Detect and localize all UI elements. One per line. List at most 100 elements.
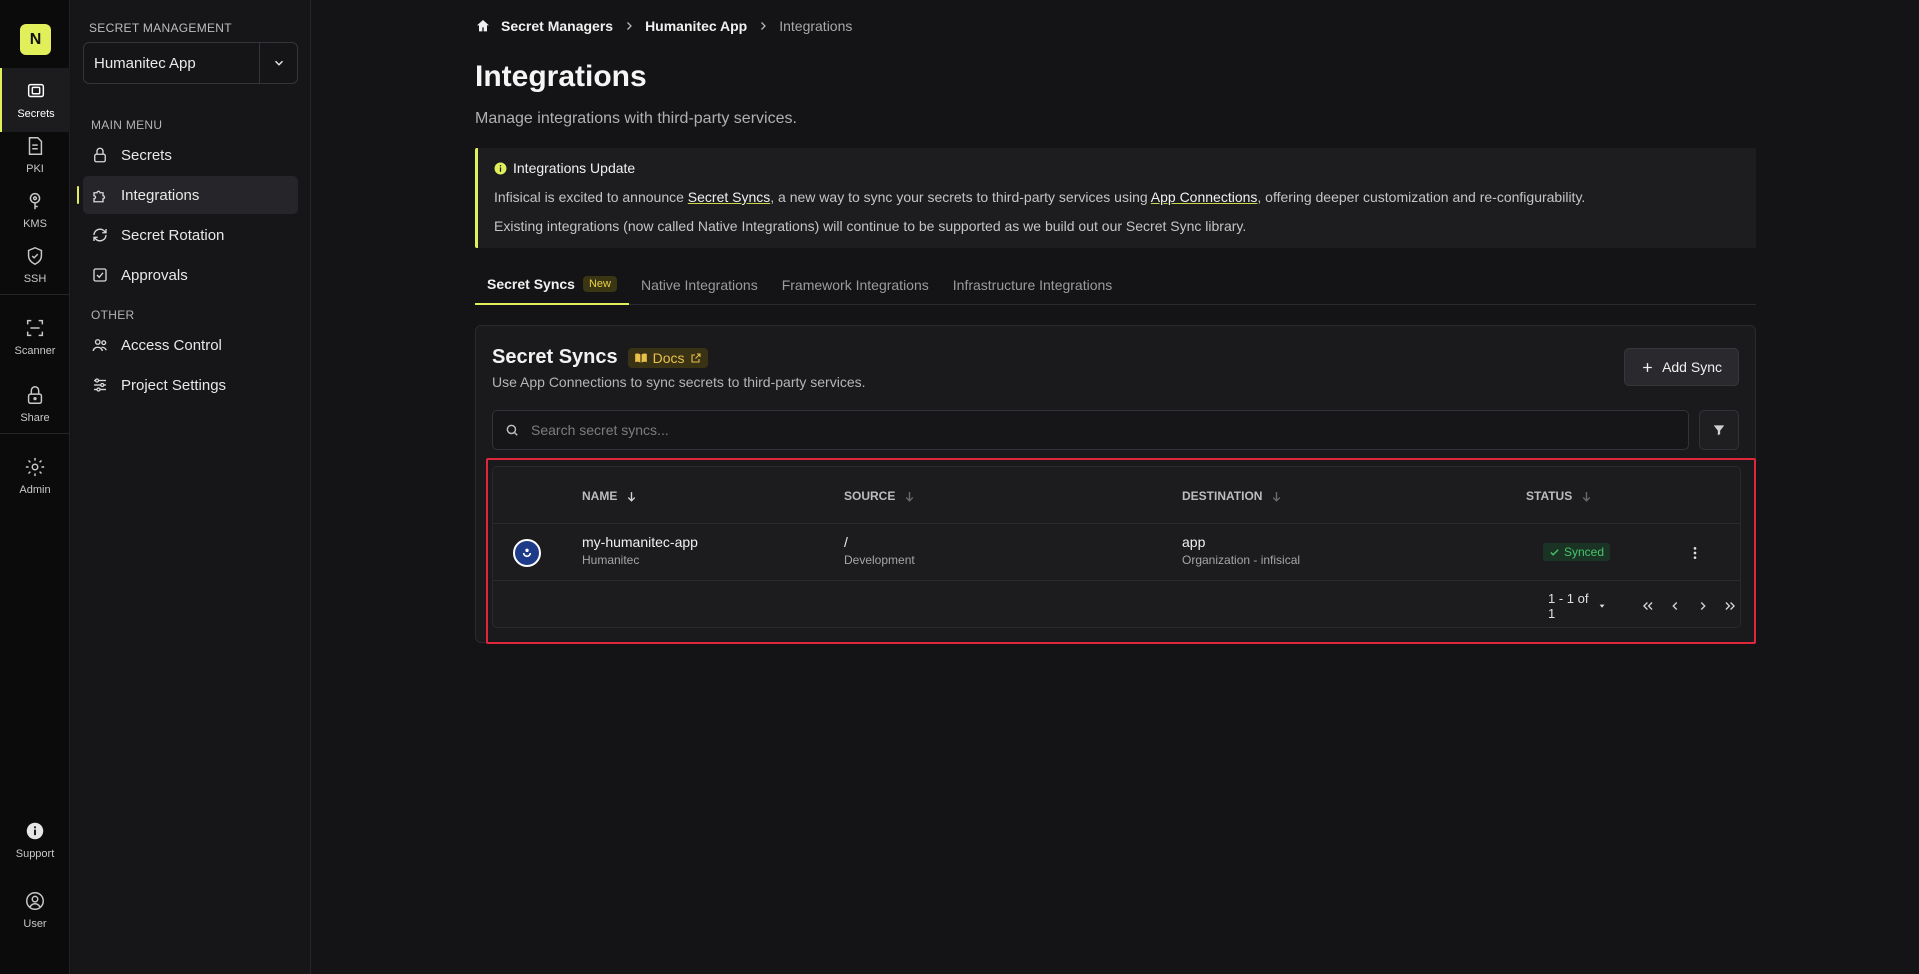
column-header-name[interactable]: NAME — [582, 489, 638, 503]
row-options-button[interactable] — [1683, 541, 1707, 565]
sync-app: Humanitec — [582, 553, 640, 567]
card-title: Secret Syncs Docs — [492, 346, 708, 369]
humanitec-icon — [513, 539, 541, 567]
rail-item-user[interactable]: User — [0, 878, 70, 942]
plus-icon — [1643, 362, 1652, 372]
info-icon — [494, 162, 507, 174]
pagination: 1 - 1 of 1 — [1548, 591, 1740, 621]
sidebar-item-label: Project Settings — [121, 376, 227, 394]
secret-syncs-card: Secret Syncs Docs Use App Connections to… — [475, 325, 1756, 643]
vault-icon — [27, 83, 45, 98]
breadcrumb-item[interactable]: Secret Managers — [501, 18, 613, 34]
project-select[interactable]: Humanitec App — [83, 42, 298, 84]
sidebar-item-label: Approvals — [121, 266, 188, 284]
project-sidebar: SECRET MANAGEMENT Humanitec App MAIN MEN… — [71, 0, 311, 974]
rail-item-ssh[interactable]: SSH — [0, 233, 70, 297]
rail-item-share[interactable]: Share — [0, 372, 70, 436]
add-sync-button[interactable]: Add Sync — [1624, 348, 1739, 386]
new-badge: New — [582, 276, 617, 292]
notice-text: , a new way to sync your secrets to thir… — [770, 189, 1151, 205]
notice-line-2: Existing integrations (now called Native… — [494, 218, 1247, 234]
more-vertical-icon — [1693, 547, 1697, 559]
rail-item-admin[interactable]: Admin — [0, 444, 70, 508]
status-badge: Synced — [1543, 543, 1611, 561]
sidebar-item-approvals[interactable]: Approvals — [83, 256, 298, 294]
chevrons-left-icon — [1642, 602, 1653, 610]
breadcrumb-current: Integrations — [779, 18, 853, 34]
breadcrumb-item[interactable]: Humanitec App — [645, 18, 747, 34]
column-header-source[interactable]: SOURCE — [844, 489, 916, 503]
rail-item-support[interactable]: Support — [0, 808, 70, 872]
main-menu-label: MAIN MENU — [91, 118, 163, 132]
certificate-icon — [28, 137, 43, 155]
shield-icon — [27, 246, 43, 266]
docs-link[interactable]: Docs — [627, 347, 708, 368]
tab-infrastructure-integrations[interactable]: Infrastructure Integrations — [941, 265, 1125, 305]
sidebar-item-access-control[interactable]: Access Control — [83, 326, 298, 364]
last-page-button[interactable] — [1721, 594, 1740, 618]
rotate-icon — [93, 228, 107, 242]
user-icon — [26, 892, 44, 910]
rail-divider — [0, 294, 70, 295]
project-select-value: Humanitec App — [94, 54, 196, 72]
book-icon — [634, 353, 647, 363]
chevrons-right-icon — [1725, 602, 1736, 610]
rail-label: User — [23, 918, 47, 930]
sidebar-item-secret-rotation[interactable]: Secret Rotation — [83, 216, 298, 254]
source-environment: Development — [844, 553, 915, 567]
tab-framework-integrations[interactable]: Framework Integrations — [770, 265, 941, 305]
source-cell: / Development — [844, 534, 915, 567]
arrow-down-icon — [906, 491, 914, 502]
sidebar-item-integrations[interactable]: Integrations — [77, 176, 298, 214]
arrow-down-icon — [1273, 491, 1281, 502]
source-path: / — [844, 534, 848, 550]
chevron-right-icon — [1700, 602, 1706, 610]
column-header-status[interactable]: STATUS — [1526, 489, 1593, 503]
checkbox-icon — [93, 268, 107, 282]
filter-button[interactable] — [1699, 410, 1739, 450]
pagination-range: 1 - 1 of 1 — [1548, 591, 1589, 621]
home-icon[interactable] — [475, 18, 491, 34]
notice-text: Infisical is excited to announce — [494, 189, 688, 205]
chevron-right-icon — [761, 22, 767, 30]
rail-label: SSH — [23, 273, 47, 285]
app-connections-link[interactable]: App Connections — [1151, 189, 1258, 205]
sidebar-item-label: Integrations — [121, 186, 200, 204]
name-cell: my-humanitec-app Humanitec — [582, 534, 698, 567]
chevron-left-icon — [1672, 602, 1678, 610]
sidebar-item-label: Secret Rotation — [121, 226, 225, 244]
rail-divider — [0, 433, 70, 434]
notice-title: Integrations Update — [494, 160, 1740, 176]
chevron-down-icon[interactable] — [259, 43, 297, 83]
first-page-button[interactable] — [1638, 594, 1657, 618]
chevron-right-icon — [627, 22, 632, 30]
rail-item-scanner[interactable]: Scanner — [0, 305, 70, 369]
next-page-button[interactable] — [1693, 594, 1712, 618]
sidebar-title: SECRET MANAGEMENT — [89, 21, 232, 35]
tab-native-integrations[interactable]: Native Integrations — [629, 265, 770, 305]
tab-label: Secret Syncs — [487, 276, 575, 292]
status-label: Synced — [1564, 545, 1605, 559]
card-title-text: Secret Syncs — [492, 346, 618, 368]
key-icon — [29, 192, 41, 210]
lock-icon — [94, 147, 106, 163]
arrow-down-icon — [628, 491, 636, 502]
tab-secret-syncs[interactable]: Secret Syncs New — [475, 265, 629, 305]
rail-label: Secrets — [17, 108, 55, 120]
breadcrumb: Secret Managers Humanitec App Integratio… — [475, 18, 852, 34]
column-label: STATUS — [1526, 489, 1573, 503]
sidebar-item-secrets[interactable]: Secrets — [83, 136, 298, 174]
prev-page-button[interactable] — [1666, 594, 1685, 618]
sync-name: my-humanitec-app — [582, 534, 698, 550]
column-header-destination[interactable]: DESTINATION — [1182, 489, 1283, 503]
notice-line-1: Infisical is excited to announce Secret … — [494, 189, 1740, 205]
table-row[interactable]: my-humanitec-app Humanitec / Development… — [493, 523, 1740, 581]
secret-syncs-link[interactable]: Secret Syncs — [688, 189, 770, 205]
org-avatar[interactable]: N — [20, 24, 51, 55]
add-sync-label: Add Sync — [1662, 359, 1722, 375]
rail-label: KMS — [23, 218, 47, 230]
caret-down-icon[interactable] — [1598, 601, 1606, 611]
puzzle-icon — [93, 190, 106, 203]
sidebar-item-project-settings[interactable]: Project Settings — [83, 366, 298, 404]
search-input[interactable] — [531, 422, 1688, 438]
